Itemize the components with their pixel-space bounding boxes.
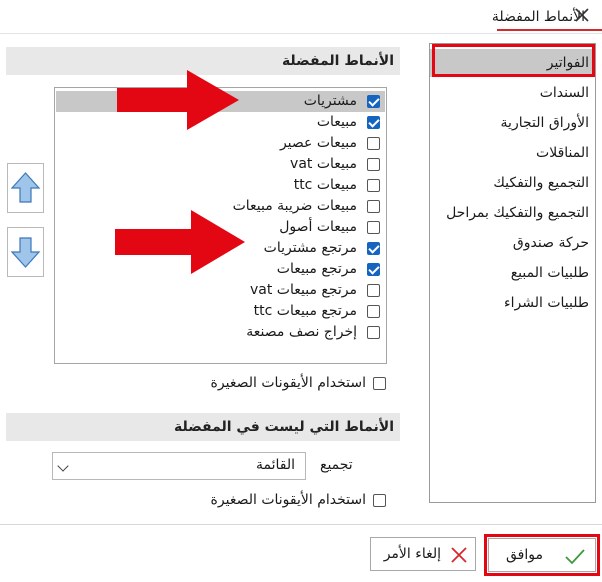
ok-label: موافق [506, 547, 543, 563]
category-item-assembly-stages[interactable]: التجميع والتفكيك بمراحل [430, 199, 595, 227]
category-item-sales-orders[interactable]: طلبيات المبيع [430, 259, 595, 287]
arrow-up-icon [10, 172, 41, 203]
favorite-checkbox[interactable] [367, 95, 380, 108]
favorite-label: مرتجع مشتريات [263, 240, 357, 256]
favorite-checkbox[interactable] [367, 242, 380, 255]
favorite-row[interactable]: مبيعات عصير [56, 133, 385, 154]
checkmark-icon [565, 549, 585, 565]
favorite-row[interactable]: مرتجع مبيعات ttc [56, 301, 385, 322]
favorite-checkbox[interactable] [367, 284, 380, 297]
favorite-checkbox[interactable] [367, 158, 380, 171]
close-icon[interactable] [573, 6, 591, 24]
arrow-down-icon [10, 237, 41, 268]
category-item-transfers[interactable]: المناقلات [430, 139, 595, 167]
favorite-label: مبيعات vat [290, 156, 357, 172]
chevron-down-icon [57, 460, 69, 472]
group-select-value: القائمة [256, 457, 295, 473]
footer-separator [0, 524, 602, 525]
cancel-x-icon [451, 547, 467, 563]
group-select[interactable]: القائمة [52, 452, 306, 480]
title-tab-underline [497, 29, 602, 31]
red-arrow-icon [115, 210, 245, 274]
category-item-cash-movement[interactable]: حركة صندوق [430, 229, 595, 257]
favorite-row[interactable]: مرتجع مبيعات vat [56, 280, 385, 301]
category-item-purchase-orders[interactable]: طلبيات الشراء [430, 289, 595, 317]
dialog-title-tab: الأنماط المفضلة [491, 9, 585, 25]
favorite-label: مبيعات أصول [279, 219, 357, 235]
group-label: تجميع [320, 457, 353, 473]
favorite-checkbox[interactable] [367, 221, 380, 234]
favorite-label: مبيعات ضريبة مبيعات [232, 198, 357, 214]
favorite-label: مشتريات [303, 93, 357, 109]
move-up-button[interactable] [7, 163, 44, 213]
favorite-row[interactable]: إخراج نصف مصنعة [56, 322, 385, 343]
favorite-checkbox[interactable] [367, 116, 380, 129]
small-icons-checkbox[interactable] [373, 377, 386, 390]
favorite-checkbox[interactable] [367, 305, 380, 318]
favorite-checkbox[interactable] [367, 200, 380, 213]
small-icons-label-2: استخدام الأيقونات الصغيرة [210, 492, 366, 508]
ok-button[interactable]: موافق [488, 538, 596, 572]
favorite-row[interactable]: مبيعات ttc [56, 175, 385, 196]
favorite-checkbox[interactable] [367, 179, 380, 192]
category-list[interactable]: الفواتير السندات الأوراق التجارية المناق… [429, 43, 596, 503]
favorite-label: مرتجع مبيعات vat [249, 282, 357, 298]
title-separator [0, 33, 602, 34]
favorite-checkbox[interactable] [367, 137, 380, 150]
small-icons-checkbox-2[interactable] [373, 494, 386, 507]
favorite-label: مرتجع مبيعات ttc [253, 303, 357, 319]
category-item-commercial-papers[interactable]: الأوراق التجارية [430, 109, 595, 137]
category-item-assembly[interactable]: التجميع والتفكيك [430, 169, 595, 197]
red-arrow-icon [117, 70, 239, 130]
favorite-label: مرتجع مبيعات [276, 261, 357, 277]
favorite-checkbox[interactable] [367, 263, 380, 276]
move-down-button[interactable] [7, 227, 44, 277]
cancel-label: إلغاء الأمر [383, 546, 441, 562]
favorite-label: مبيعات عصير [279, 135, 357, 151]
favorite-label: مبيعات [316, 114, 357, 130]
non-favorites-section-header: الأنماط التي ليست في المفضلة [6, 413, 400, 441]
category-item-vouchers[interactable]: السندات [430, 79, 595, 107]
category-item-invoices[interactable]: الفواتير [430, 49, 595, 77]
favorite-label: مبيعات ttc [293, 177, 357, 193]
cancel-button[interactable]: إلغاء الأمر [370, 537, 476, 571]
favorite-label: إخراج نصف مصنعة [246, 324, 357, 340]
favorite-checkbox[interactable] [367, 326, 380, 339]
favorite-row[interactable]: مبيعات vat [56, 154, 385, 175]
small-icons-label: استخدام الأيقونات الصغيرة [210, 375, 366, 391]
